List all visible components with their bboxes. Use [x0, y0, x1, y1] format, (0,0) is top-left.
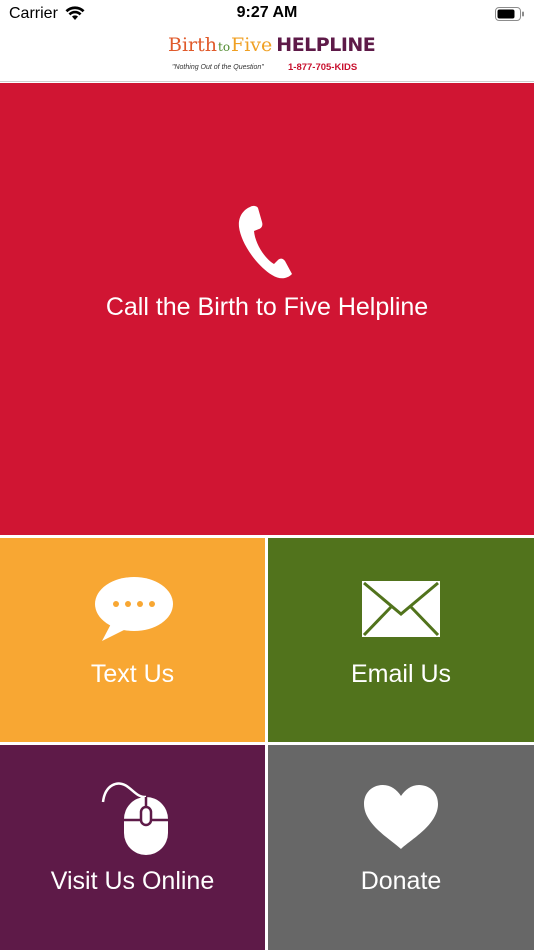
- mouse-icon: [100, 775, 172, 857]
- battery-icon: [495, 7, 525, 21]
- phone-icon: [236, 203, 298, 281]
- helpline-logo: BirthtoFive HELPLINE "Nothing Out of the …: [168, 34, 376, 78]
- heart-icon: [362, 783, 440, 851]
- email-us-button[interactable]: Email Us: [268, 538, 534, 742]
- logo-birth: Birth: [168, 34, 217, 56]
- logo-five: Five: [231, 34, 273, 56]
- envelope-icon: [361, 580, 441, 638]
- logo-phone-number: 1-877-705-KIDS: [288, 62, 358, 73]
- donate-button[interactable]: Donate: [268, 745, 534, 950]
- donate-label: Donate: [360, 867, 442, 895]
- status-bar: Carrier 9:27 AM: [0, 0, 534, 28]
- visit-us-online-label: Visit Us Online: [50, 867, 215, 895]
- visit-us-online-button[interactable]: Visit Us Online: [0, 745, 265, 950]
- text-us-button[interactable]: Text Us: [0, 538, 265, 742]
- call-label: Call the Birth to Five Helpline: [105, 293, 429, 321]
- text-us-label: Text Us: [90, 660, 175, 688]
- logo-tagline: "Nothing Out of the Question": [172, 64, 264, 71]
- email-us-label: Email Us: [350, 660, 451, 688]
- chat-bubble-icon: [94, 576, 174, 642]
- header: BirthtoFive HELPLINE "Nothing Out of the …: [0, 28, 534, 82]
- logo-to: to: [218, 40, 231, 54]
- logo-helpline: HELPLINE: [276, 34, 376, 56]
- clock: 9:27 AM: [236, 4, 298, 21]
- call-helpline-button[interactable]: Call the Birth to Five Helpline: [0, 83, 534, 535]
